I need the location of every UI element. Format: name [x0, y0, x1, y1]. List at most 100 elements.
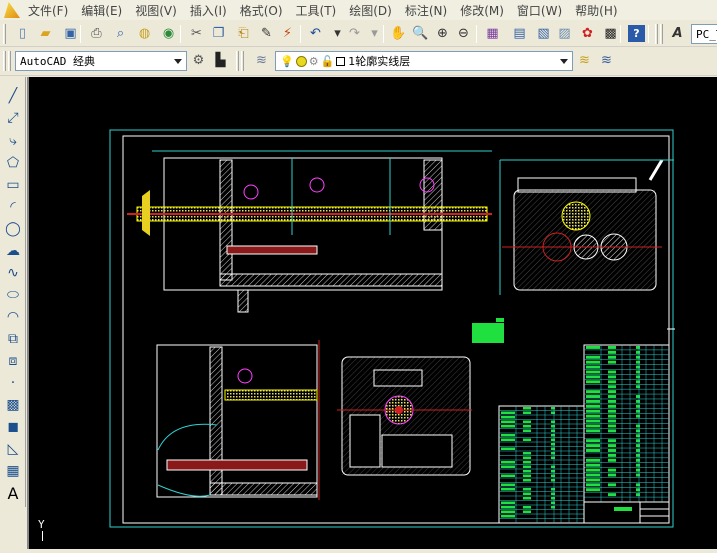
layer-dropdown[interactable]: 💡 ⚙ 🔓 1轮廓实线层	[275, 51, 573, 71]
zoom-realtime-icon[interactable]: 🔍	[412, 25, 429, 42]
table-cell-text	[636, 356, 640, 359]
revision-cloud-icon[interactable]: ☁	[4, 242, 22, 260]
rectangle-icon[interactable]: ▭	[4, 176, 22, 194]
table-cell-text	[501, 466, 515, 469]
lock-open-icon[interactable]: 🔓	[321, 55, 335, 68]
point-icon[interactable]: ·	[4, 374, 22, 392]
paste-icon[interactable]: ⎗	[235, 25, 252, 42]
help-icon[interactable]: ?	[628, 25, 645, 42]
gradient-icon[interactable]: ◼	[4, 418, 22, 436]
toolbar-grip[interactable]	[655, 24, 658, 44]
table-cell-text	[551, 407, 555, 410]
ellipse-arc-icon[interactable]: ◠	[4, 308, 22, 326]
table-cell-text	[586, 375, 600, 378]
circle-icon[interactable]: ◯	[4, 220, 22, 238]
menu-item[interactable]: 工具(T)	[296, 2, 337, 19]
toolbar-grip[interactable]	[241, 51, 244, 71]
cut-icon[interactable]: ✂	[188, 25, 205, 42]
make-block-icon[interactable]: ⧈	[4, 352, 22, 370]
table-cell-text	[501, 461, 515, 464]
table-cell-text	[523, 479, 531, 482]
line-icon[interactable]: ╱	[4, 87, 22, 105]
toolbar-grip[interactable]	[3, 24, 6, 44]
tool-palettes-icon[interactable]: ▧	[535, 25, 552, 42]
multiline-text-icon[interactable]: A	[4, 484, 22, 502]
menu-item[interactable]: 插入(I)	[190, 2, 227, 19]
markup-icon[interactable]: ✿	[579, 25, 596, 42]
standard-toolbar: ▯ ▰ ▣ ⎙ ⌕ ◍ ◉ ✂ ❐ ⎗ ✎⚡ ↶ ▾↷▾ ✋ 🔍 ⊕⊖ ▦ ▤ ▧▨ ✿ ▩? A PC_T	[0, 20, 717, 47]
ellipse-icon[interactable]: ⬭	[4, 286, 22, 304]
polyline-icon[interactable]: ⤷	[4, 132, 22, 150]
menu-item[interactable]: 格式(O)	[240, 2, 283, 19]
plot-preview-icon[interactable]: ⌕	[112, 25, 129, 42]
menu-item[interactable]: 绘图(D)	[349, 2, 392, 19]
sheet-set-icon[interactable]: ▨	[556, 25, 573, 42]
table-cell-text	[523, 511, 531, 514]
publish-icon[interactable]: ◍	[136, 25, 153, 42]
zoom-window-icon[interactable]: ⊕	[434, 25, 451, 42]
bulb-on-icon[interactable]: 💡	[280, 55, 294, 68]
block-editor-icon[interactable]: ⚡	[279, 25, 296, 42]
toolbar-grip[interactable]	[660, 24, 663, 44]
layer-previous-icon[interactable]: ≋	[598, 52, 615, 69]
sun-icon[interactable]	[296, 56, 307, 67]
drawing-canvas[interactable]	[27, 77, 717, 549]
table-cell-text	[586, 425, 600, 428]
new-icon[interactable]: ▯	[14, 25, 31, 42]
table-cell-text	[608, 483, 616, 486]
menu-item[interactable]: 标注(N)	[405, 2, 447, 19]
make-object-layer-current-icon[interactable]: ≋	[576, 52, 593, 69]
layer-manager-icon[interactable]: ≋	[253, 52, 270, 69]
toolbar-grip[interactable]	[3, 51, 6, 71]
plot-icon[interactable]: ⎙	[88, 25, 105, 42]
table-cell-text	[636, 459, 640, 462]
polygon-icon[interactable]: ⬠	[4, 154, 22, 172]
save-icon[interactable]: ▣	[62, 25, 79, 42]
hatch-icon[interactable]: ▩	[4, 396, 22, 414]
properties-icon[interactable]: ▦	[484, 25, 501, 42]
copy-icon[interactable]: ❐	[210, 25, 227, 42]
menu-item[interactable]: 修改(M)	[460, 2, 504, 19]
menu-item[interactable]: 视图(V)	[135, 2, 177, 19]
construction-line-icon[interactable]: ⤢	[4, 109, 22, 127]
zoom-previous-icon[interactable]: ⊖	[455, 25, 472, 42]
design-center-icon[interactable]: ▤	[511, 25, 528, 42]
undo-dropdown-icon[interactable]: ▾	[329, 25, 346, 42]
workspace-settings-icon[interactable]: ⚙	[190, 52, 207, 69]
menu-item[interactable]: 帮助(H)	[575, 2, 617, 19]
text-style-icon[interactable]: A	[669, 25, 686, 42]
table-cell-text	[636, 395, 640, 398]
arc-icon[interactable]: ◜	[4, 198, 22, 216]
viewport-freeze-icon[interactable]: ⚙	[309, 55, 319, 68]
menu-item[interactable]: 编辑(E)	[81, 2, 122, 19]
toolbar-grip[interactable]	[236, 51, 239, 71]
region-icon[interactable]: ◺	[4, 440, 22, 458]
redo-dropdown-icon[interactable]: ▾	[366, 25, 383, 42]
table-cell-text	[501, 506, 515, 509]
workspace-dropdown[interactable]: AutoCAD 经典	[15, 51, 187, 71]
toolbar-lock-icon[interactable]: ▙	[212, 52, 229, 69]
pan-icon[interactable]: ✋	[390, 25, 407, 42]
text-style-dropdown[interactable]: PC_T	[691, 24, 717, 44]
calculator-icon[interactable]: ▩	[602, 25, 619, 42]
open-icon[interactable]: ▰	[37, 25, 54, 42]
menu-item[interactable]: 文件(F)	[28, 2, 68, 19]
table-cell-text	[586, 429, 600, 432]
3d-dwf-icon[interactable]: ◉	[160, 25, 177, 42]
redo-icon[interactable]: ↷	[346, 25, 363, 42]
table-cell-text	[551, 430, 555, 433]
menu-item[interactable]: 窗口(W)	[517, 2, 562, 19]
autocad-app-icon[interactable]	[4, 2, 20, 18]
spline-icon[interactable]: ∿	[4, 264, 22, 282]
undo-icon[interactable]: ↶	[307, 25, 324, 42]
table-cell-text	[586, 478, 600, 481]
table-icon[interactable]: ▦	[4, 462, 22, 480]
table-cell-text	[523, 439, 531, 442]
table-cell-text	[551, 434, 555, 437]
insert-block-icon[interactable]: ⧉	[4, 330, 22, 348]
chevron-down-icon	[560, 59, 568, 64]
table-cell-text	[608, 493, 616, 496]
table-cell-text	[523, 421, 531, 424]
toolbar-grip[interactable]	[8, 51, 11, 71]
match-properties-icon[interactable]: ✎	[258, 25, 275, 42]
